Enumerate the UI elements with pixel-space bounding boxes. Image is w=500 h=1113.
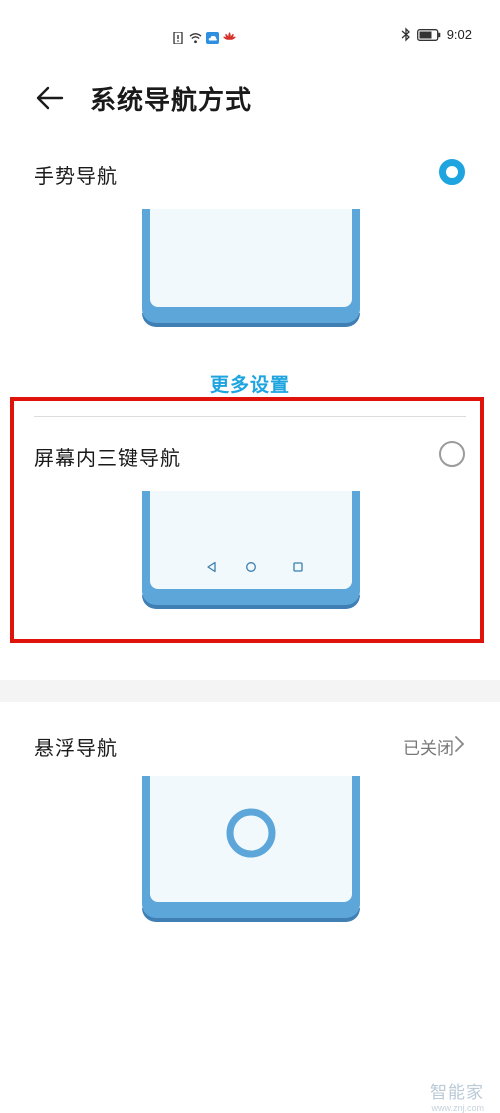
huawei-icon (223, 32, 236, 40)
phone-screen (150, 776, 352, 902)
back-arrow-icon (36, 86, 64, 110)
battery-icon (416, 28, 440, 41)
more-settings-link[interactable]: 更多设置 (0, 370, 500, 397)
bluetooth-icon (401, 27, 410, 42)
watermark-main: 智能家 (430, 1083, 484, 1103)
watermark: 智能家 www.znj.com (430, 1078, 484, 1113)
floating-dock-icon (226, 808, 276, 858)
floating-status-text[interactable]: 已关闭 (403, 734, 454, 759)
status-icons-right: 9:02 (401, 27, 472, 42)
clock: 9:02 (446, 27, 472, 42)
radio-gesture-selected[interactable] (439, 159, 465, 185)
floating-phone-illustration[interactable] (142, 776, 360, 922)
watermark-sub: www.znj.com (431, 1103, 484, 1113)
option-label-floating: 悬浮导航 (34, 736, 118, 760)
status-icons-left (172, 30, 236, 46)
highlight-box (10, 397, 484, 643)
option-label-gesture: 手势导航 (34, 164, 118, 188)
status-bar: 9:02 (0, 0, 500, 70)
phone-screen (150, 209, 352, 307)
cloud-icon (206, 32, 219, 44)
back-button[interactable] (34, 82, 66, 114)
gesture-phone-illustration[interactable] (142, 209, 360, 327)
section-separator (0, 680, 500, 702)
page-title: 系统导航方式 (90, 86, 253, 116)
chevron-right-icon[interactable] (454, 735, 466, 753)
notification-icon (173, 32, 183, 44)
wifi-icon (189, 33, 202, 44)
